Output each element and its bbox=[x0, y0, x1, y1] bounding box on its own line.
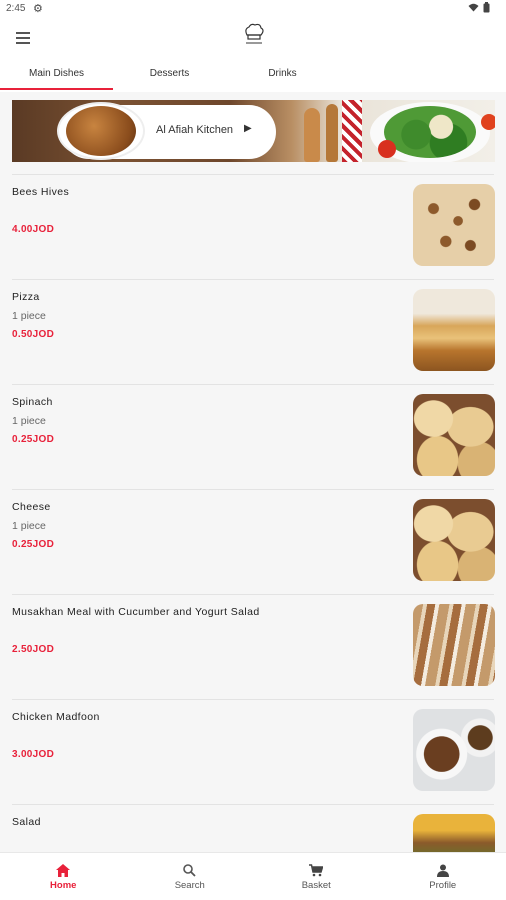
spinach-image bbox=[413, 394, 495, 476]
item-price: 2.50JOD bbox=[12, 644, 55, 655]
banner-title: Al Afiah Kitchen bbox=[156, 124, 234, 136]
menu-item[interactable]: Musakhan Meal with Cucumber and Yogurt S… bbox=[0, 595, 506, 700]
item-description: 1 piece bbox=[12, 415, 46, 427]
item-name: Bees Hives bbox=[12, 186, 70, 198]
salad-image bbox=[413, 814, 495, 852]
checkered-cloth-image bbox=[342, 100, 362, 162]
banner-food-plate-image bbox=[57, 102, 145, 160]
tab-drinks[interactable]: Drinks bbox=[226, 58, 339, 92]
menu-item[interactable]: Pizza 1 piece 0.50JOD bbox=[0, 280, 506, 385]
nav-home-label: Home bbox=[50, 880, 77, 891]
nav-search-label: Search bbox=[174, 880, 205, 891]
bees-hives-image bbox=[413, 184, 495, 266]
profile-icon bbox=[436, 864, 449, 877]
tomato-image bbox=[481, 114, 495, 130]
chicken-madfoon-image bbox=[413, 709, 495, 791]
settings-gear-icon: ⚙ bbox=[33, 3, 43, 15]
item-name: Salad bbox=[12, 816, 41, 828]
item-name: Spinach bbox=[12, 396, 53, 408]
chef-hat-logo-icon bbox=[245, 23, 264, 44]
tab-desserts[interactable]: Desserts bbox=[113, 58, 226, 92]
item-name: Musakhan Meal with Cucumber and Yogurt S… bbox=[12, 606, 260, 618]
menu-list: Bees Hives 4.00JOD Pizza 1 piece 0.50JOD… bbox=[0, 175, 506, 852]
item-price: 4.00JOD bbox=[12, 224, 55, 235]
pizza-image bbox=[413, 289, 495, 371]
nav-profile[interactable]: Profile bbox=[380, 853, 506, 900]
menu-item[interactable]: Chicken Madfoon 3.00JOD bbox=[0, 700, 506, 805]
wooden-spoon-image bbox=[304, 108, 320, 162]
home-icon bbox=[56, 863, 71, 877]
nav-basket-label: Basket bbox=[301, 880, 331, 891]
nav-search[interactable]: Search bbox=[127, 853, 254, 900]
tomato-image bbox=[378, 140, 396, 158]
menu-item[interactable]: Spinach 1 piece 0.25JOD bbox=[0, 385, 506, 490]
battery-icon bbox=[483, 2, 490, 13]
app-bar bbox=[0, 18, 506, 58]
category-tabs: Main Dishes Desserts Drinks bbox=[0, 58, 506, 92]
nav-home[interactable]: Home bbox=[0, 853, 127, 900]
menu-item[interactable]: Cheese 1 piece 0.25JOD bbox=[0, 490, 506, 595]
item-price: 0.25JOD bbox=[12, 434, 55, 445]
item-description: 1 piece bbox=[12, 520, 46, 532]
kitchen-banner[interactable]: Al Afiah Kitchen ▶ bbox=[12, 100, 495, 162]
item-name: Pizza bbox=[12, 291, 40, 303]
item-name: Cheese bbox=[12, 501, 51, 513]
item-price: 3.00JOD bbox=[12, 749, 55, 760]
wooden-spoon-image bbox=[326, 104, 338, 162]
status-bar: 2:45 ⚙ bbox=[0, 0, 506, 18]
tabs-filler bbox=[339, 58, 506, 92]
hamburger-menu-icon[interactable] bbox=[14, 30, 32, 46]
nav-profile-label: Profile bbox=[429, 880, 457, 891]
search-icon bbox=[183, 863, 196, 877]
nav-basket[interactable]: Basket bbox=[253, 853, 380, 900]
wifi-icon bbox=[468, 3, 479, 12]
menu-item[interactable]: Salad bbox=[0, 805, 506, 852]
cart-icon bbox=[309, 863, 324, 876]
menu-item[interactable]: Bees Hives 4.00JOD bbox=[0, 175, 506, 280]
musakhan-image bbox=[413, 604, 495, 686]
status-time: 2:45 bbox=[6, 3, 26, 14]
item-description: 1 piece bbox=[12, 310, 46, 322]
salad-image bbox=[384, 106, 476, 158]
play-icon: ▶ bbox=[244, 123, 252, 134]
cheese-image bbox=[413, 499, 495, 581]
item-price: 0.25JOD bbox=[12, 539, 55, 550]
item-name: Chicken Madfoon bbox=[12, 711, 100, 723]
bottom-navigation: Home Search Basket Profile bbox=[0, 852, 506, 900]
status-icons bbox=[468, 2, 490, 13]
tab-main-dishes[interactable]: Main Dishes bbox=[0, 58, 113, 92]
item-price: 0.50JOD bbox=[12, 329, 55, 340]
